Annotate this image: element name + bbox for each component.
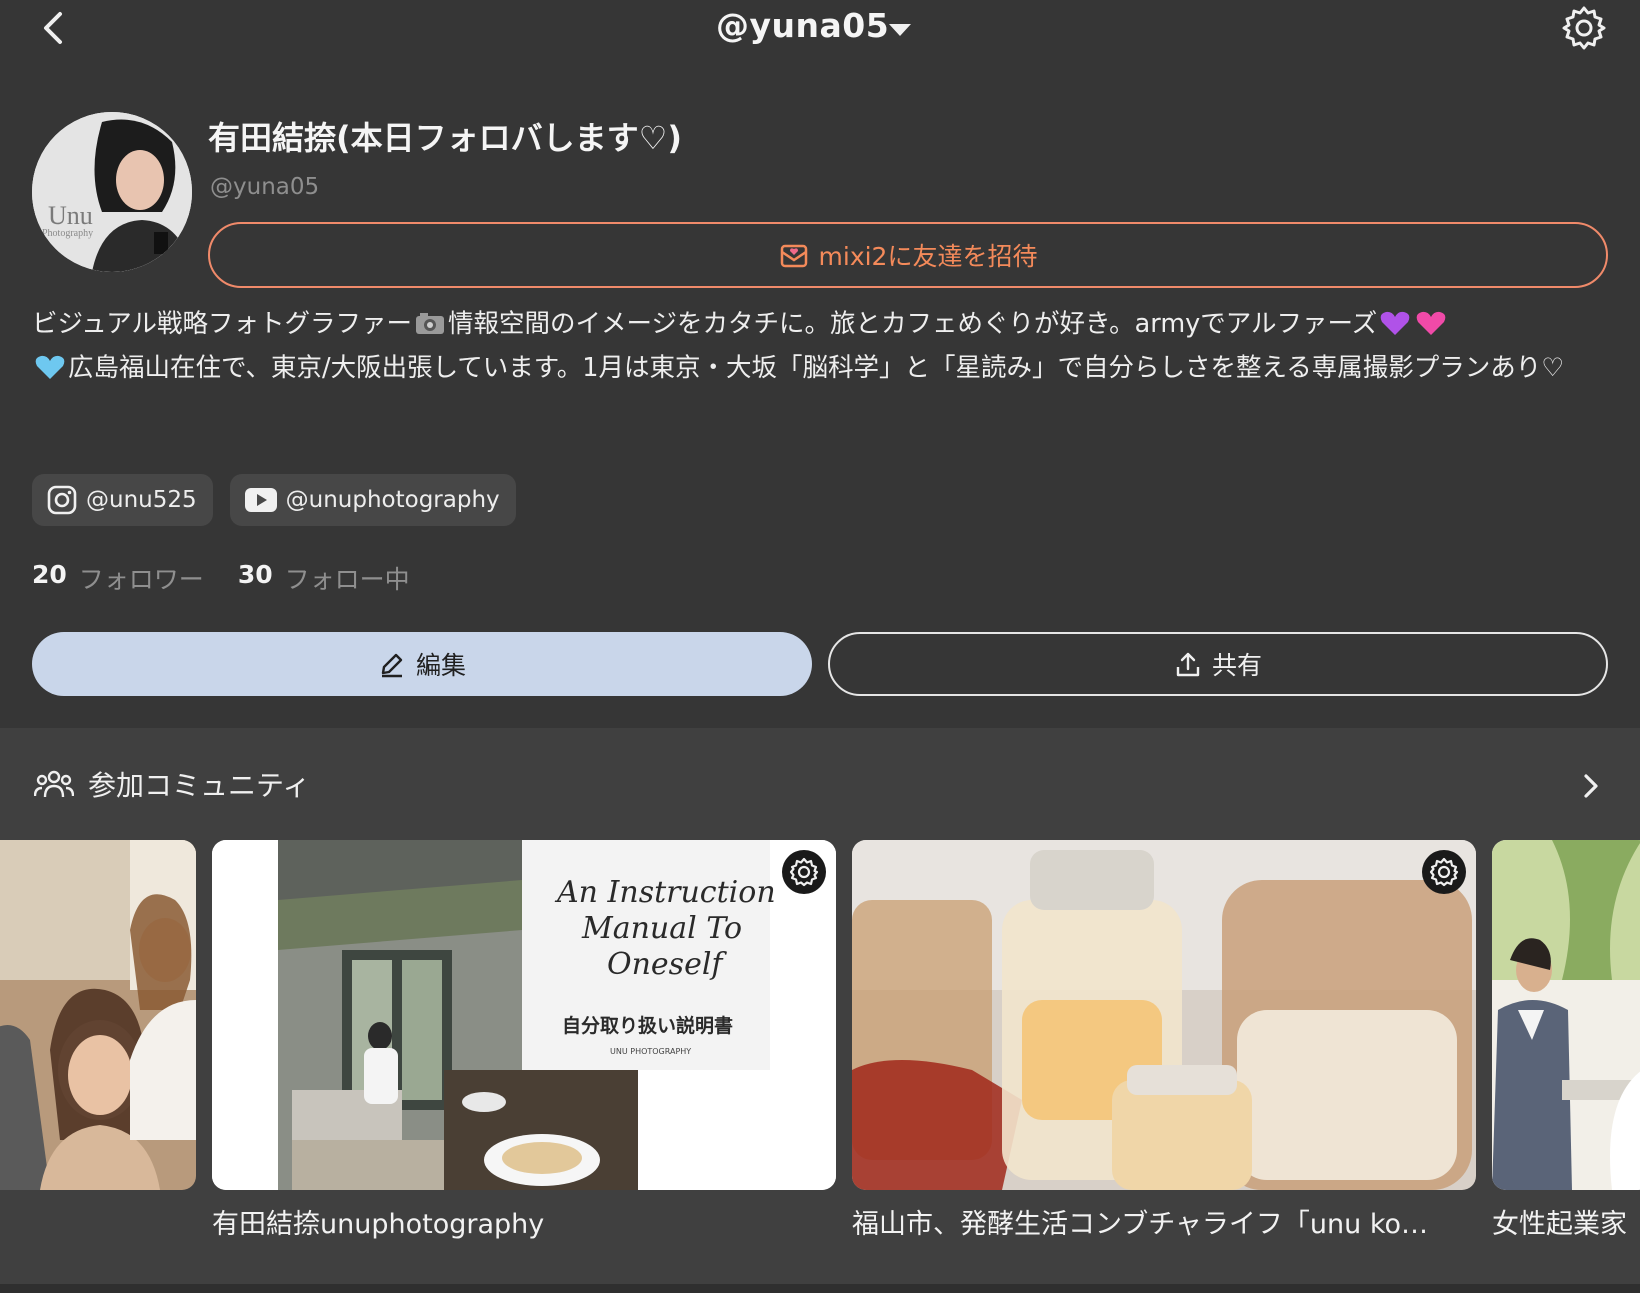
community-card[interactable]: An Instruction Manual To Oneself 自分取り扱い説…: [212, 840, 836, 1190]
svg-text:Photography: Photography: [42, 228, 93, 239]
svg-text:Oneself: Oneself: [607, 947, 727, 982]
invite-envelope-icon: [780, 244, 807, 268]
community-title[interactable]: 女性起業家: [1492, 1202, 1640, 1241]
edit-label: 編集: [415, 651, 466, 680]
community-image: An Instruction Manual To Oneself 自分取り扱い説…: [212, 840, 836, 1190]
instagram-icon: [47, 485, 77, 515]
edit-profile-button[interactable]: 編集: [32, 632, 812, 696]
display-name: 有田結捺(本日フォロバします♡): [208, 119, 682, 157]
blue-heart-icon: [35, 355, 65, 379]
communities-heading[interactable]: 参加コミュニティ: [34, 764, 310, 804]
youtube-handle: @unuphotography: [285, 487, 500, 513]
invite-label: mixi2に友達を招待: [818, 242, 1038, 271]
avatar[interactable]: Unu Photography: [32, 112, 192, 272]
purple-heart-icon: [1380, 311, 1410, 335]
settings-gear-icon[interactable]: [1560, 4, 1608, 52]
account-handle-switcher[interactable]: @yuna05: [716, 6, 889, 45]
people-group-icon: [34, 770, 74, 798]
svg-text:UNU PHOTOGRAPHY: UNU PHOTOGRAPHY: [610, 1047, 691, 1056]
svg-text:Manual To: Manual To: [581, 911, 742, 946]
gear-icon: [789, 857, 819, 887]
profile-bio: ビジュアル戦略フォトグラファー 情報空間のイメージをカタチに。旅とカフェめぐりが好…: [32, 302, 1612, 390]
community-title[interactable]: 福山市、発酵生活コンブチャライフ「unu ko…: [852, 1202, 1476, 1241]
svg-text:Unu: Unu: [48, 201, 93, 230]
following-count[interactable]: 30: [238, 560, 273, 596]
user-id: @yuna05: [210, 174, 320, 200]
youtube-icon: [244, 488, 277, 512]
community-card[interactable]: [852, 840, 1476, 1190]
community-image: [852, 840, 1476, 1190]
back-arrow-icon[interactable]: [34, 6, 74, 50]
communities-title: 参加コミュニティ: [88, 769, 311, 802]
share-label: 共有: [1211, 651, 1262, 680]
bio-text-2: 情報空間のイメージをカタチに。旅とカフェめぐりが好き。armyでアルファーズ: [447, 309, 1378, 339]
pink-heart-icon: [1416, 311, 1446, 335]
gear-icon: [1429, 857, 1459, 887]
community-card[interactable]: [1492, 840, 1640, 1190]
svg-text:An Instruction: An Instruction: [554, 875, 776, 910]
follow-stats: 20 フォロワー 30 フォロー中: [32, 560, 444, 596]
communities-section: 参加コミュニティ An Instruction Manual To Onesel…: [0, 728, 1640, 1284]
community-card[interactable]: [0, 840, 196, 1190]
community-title[interactable]: 有田結捺unuphotography: [212, 1202, 836, 1241]
instagram-link[interactable]: @unu525: [32, 474, 213, 526]
youtube-link[interactable]: @unuphotography: [229, 474, 516, 526]
followers-label[interactable]: フォロワー: [79, 560, 204, 596]
svg-text:自分取り扱い説明書: 自分取り扱い説明書: [562, 1014, 733, 1037]
community-settings-gear-icon[interactable]: [782, 850, 826, 894]
social-links: @unu525 @unuphotography: [32, 474, 516, 526]
community-image: [0, 840, 196, 1190]
bio-text-1: ビジュアル戦略フォトグラファー: [32, 309, 412, 339]
community-image: [1492, 840, 1640, 1190]
community-settings-gear-icon[interactable]: [1422, 850, 1466, 894]
camera-icon: [415, 313, 444, 334]
bottom-divider: [0, 1284, 1640, 1293]
bio-text-3: 広島福山在住で、東京/大阪出張しています。1月は東京・大坂「脳科学」と「星読み」…: [68, 353, 1565, 383]
instagram-handle: @unu525: [86, 487, 197, 513]
pencil-icon: [381, 653, 403, 678]
share-profile-button[interactable]: 共有: [828, 632, 1608, 696]
chevron-down-icon[interactable]: [887, 22, 913, 38]
top-bar: @yuna05: [0, 0, 1640, 60]
avatar-photo: Unu Photography: [32, 112, 192, 272]
following-label[interactable]: フォロー中: [285, 560, 410, 596]
share-upload-icon: [1176, 652, 1200, 677]
followers-count[interactable]: 20: [32, 560, 67, 596]
invite-friends-button[interactable]: mixi2に友達を招待: [208, 222, 1608, 288]
chevron-right-icon[interactable]: [1578, 770, 1604, 802]
